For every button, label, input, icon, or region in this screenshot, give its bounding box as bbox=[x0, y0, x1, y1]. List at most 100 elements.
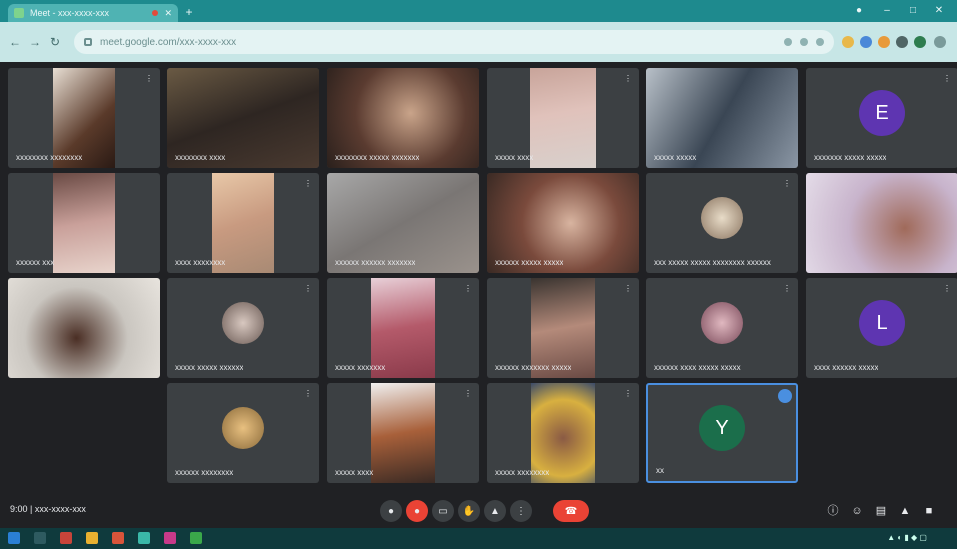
participant-photo bbox=[701, 197, 743, 239]
more-options-icon[interactable]: ⋮ bbox=[782, 284, 792, 294]
participant-name: xx bbox=[656, 466, 664, 475]
avatar-icon[interactable] bbox=[914, 36, 926, 48]
minimize-icon[interactable]: – bbox=[880, 4, 894, 18]
participant-tile[interactable]: ⋮ xxxxx xxxxx xxxxxx bbox=[167, 278, 319, 378]
system-tray[interactable]: ▲ ◐ ▮ ◆ ▢ bbox=[887, 533, 927, 542]
camera-permission-icon[interactable] bbox=[784, 38, 792, 46]
participant-grid: ⋮ xxxxxxxx xxxxxxxx xxxxxxxx xxxx xxxxxx… bbox=[0, 62, 957, 494]
participant-tile[interactable]: xxxxx xxxxx bbox=[646, 68, 798, 168]
participant-name: xxxxx xxxxx xxxxxx bbox=[175, 363, 244, 372]
participant-tile[interactable] bbox=[806, 173, 957, 273]
chat-icon[interactable]: ▤ bbox=[874, 504, 888, 518]
activities-icon[interactable]: ▲ bbox=[898, 504, 912, 518]
participant-tile[interactable]: ⋮ xxx xxxxx xxxxx xxxxxxxx xxxxxx bbox=[646, 173, 798, 273]
participant-tile[interactable]: ⋮ xxxx xxxxxxxx bbox=[167, 173, 319, 273]
extension-icon[interactable] bbox=[842, 36, 854, 48]
more-options-icon[interactable]: ⋮ bbox=[463, 284, 473, 294]
participant-name: xxxxxxxx xxxxxxxx bbox=[16, 153, 83, 162]
participant-tile[interactable] bbox=[8, 278, 160, 378]
participant-video bbox=[8, 278, 160, 378]
participant-name: xxxxxx xxxxx xxxxx bbox=[495, 258, 564, 267]
app-icon[interactable] bbox=[60, 532, 72, 544]
participant-tile[interactable]: ⋮ xxxxx xxxxxxx bbox=[327, 278, 479, 378]
participant-tile[interactable]: xxxxxx xxxxx xxxxx bbox=[487, 173, 639, 273]
maximize-icon[interactable]: □ bbox=[906, 4, 920, 18]
participant-tile[interactable]: ⋮ xxxxx xxxx bbox=[487, 68, 639, 168]
participant-tile[interactable]: L ⋮ xxxx xxxxxx xxxxx bbox=[806, 278, 957, 378]
menu-kebab-icon[interactable] bbox=[934, 36, 946, 48]
app-icon[interactable] bbox=[190, 532, 202, 544]
participant-tile[interactable]: ⋮ xxxxxxxx xxxxxxxx bbox=[8, 68, 160, 168]
raise-hand-icon[interactable]: ✋ bbox=[458, 500, 480, 522]
more-options-icon[interactable]: ⋮ bbox=[782, 179, 792, 189]
more-options-icon[interactable]: ⋮ bbox=[942, 74, 952, 84]
more-options-icon[interactable]: ⋮ bbox=[303, 284, 313, 294]
app-icon[interactable] bbox=[164, 532, 176, 544]
participant-name: xxxxxxx xxxxx xxxxx bbox=[814, 153, 887, 162]
more-options-icon[interactable]: ⋮ bbox=[623, 284, 633, 294]
more-options-icon[interactable]: ⋮ bbox=[303, 179, 313, 189]
window-close-icon[interactable]: ✕ bbox=[932, 4, 946, 18]
present-icon[interactable]: ▲ bbox=[484, 500, 506, 522]
captions-icon[interactable]: ▭ bbox=[432, 500, 454, 522]
more-options-icon[interactable]: ⋮ bbox=[623, 74, 633, 84]
folder-icon[interactable] bbox=[86, 532, 98, 544]
back-icon[interactable]: ← bbox=[8, 35, 22, 49]
extension-icon[interactable] bbox=[896, 36, 908, 48]
participant-name: xxxxxx xxxxxxxx bbox=[175, 468, 234, 477]
participant-tile[interactable]: xxxxxxxx xxxx bbox=[167, 68, 319, 168]
end-call-icon: ☎ bbox=[564, 505, 578, 517]
os-taskbar: ▲ ◐ ▮ ◆ ▢ bbox=[0, 528, 957, 549]
people-icon[interactable]: ☺ bbox=[850, 504, 864, 518]
participant-avatar: L bbox=[859, 300, 905, 346]
participant-video bbox=[53, 173, 115, 273]
pin-icon[interactable] bbox=[778, 389, 792, 403]
more-options-icon[interactable]: ⋮ bbox=[303, 389, 313, 399]
search-icon[interactable] bbox=[34, 532, 46, 544]
reload-icon[interactable]: ↻ bbox=[48, 35, 62, 49]
more-options-icon[interactable]: ⋮ bbox=[623, 389, 633, 399]
lock-icon bbox=[84, 38, 92, 46]
url-field[interactable]: meet.google.com/xxx-xxxx-xxx bbox=[74, 30, 834, 54]
browser-tab[interactable]: Meet - xxx-xxxx-xxx ✕ bbox=[8, 4, 178, 22]
mic-icon[interactable]: ● bbox=[380, 500, 402, 522]
chrome-icon[interactable] bbox=[138, 532, 150, 544]
participant-tile[interactable]: ⋮ xxxxx xxxx bbox=[327, 383, 479, 483]
bookmark-star-icon[interactable] bbox=[816, 38, 824, 46]
participant-tile[interactable]: ⋮ xxxxxx xxxxxxx xxxxx bbox=[487, 278, 639, 378]
meeting-controls: 9:00 | xxx-xxxx-xxx ● ● ▭ ✋ ▲ ⋮ ☎ ⓘ ☺ ▤ … bbox=[0, 494, 957, 528]
app-icon[interactable] bbox=[112, 532, 124, 544]
camera-icon[interactable]: ● bbox=[406, 500, 428, 522]
lock-icon[interactable]: ■ bbox=[922, 504, 936, 518]
share-icon[interactable] bbox=[800, 38, 808, 46]
participant-tile[interactable]: ⋮ xxxxxx xxxxxxxx bbox=[167, 383, 319, 483]
more-options-icon[interactable]: ⋮ bbox=[144, 74, 154, 84]
participant-tile[interactable]: ⋮ xxxxx xxxxxxxx bbox=[487, 383, 639, 483]
more-options-icon[interactable]: ⋮ bbox=[463, 389, 473, 399]
participant-name: xxx xxxxx xxxxx xxxxxxxx xxxxxx bbox=[654, 258, 771, 267]
participant-tile[interactable]: E ⋮ xxxxxxx xxxxx xxxxx bbox=[806, 68, 957, 168]
participant-name: xxxxxx xxxx xxxxx xxxxx bbox=[654, 363, 741, 372]
participant-avatar: E bbox=[859, 90, 905, 136]
participant-name: xxxxx xxxx bbox=[495, 153, 534, 162]
participant-tile[interactable]: ⋮ xxxxxx xxxx xxxxx xxxxx bbox=[646, 278, 798, 378]
extension-icon[interactable] bbox=[878, 36, 890, 48]
profile-icon[interactable]: ● bbox=[852, 4, 866, 18]
info-icon[interactable]: ⓘ bbox=[826, 504, 840, 518]
participant-name: xxxxxx xxxxxx xxxxxxx bbox=[335, 258, 416, 267]
more-icon[interactable]: ⋮ bbox=[510, 500, 532, 522]
more-options-icon[interactable]: ⋮ bbox=[942, 284, 952, 294]
forward-icon[interactable]: → bbox=[28, 35, 42, 49]
url-text: meet.google.com/xxx-xxxx-xxx bbox=[100, 36, 237, 48]
participant-tile[interactable]: xxxxxx xxx bbox=[8, 173, 160, 273]
start-icon[interactable] bbox=[8, 532, 20, 544]
end-call-button[interactable]: ☎ bbox=[553, 500, 589, 522]
tab-close-icon[interactable]: ✕ bbox=[164, 8, 172, 19]
participant-name: xxxxx xxxxxxx bbox=[335, 363, 386, 372]
participant-tile[interactable]: xxxxxx xxxxxx xxxxxxx bbox=[327, 173, 479, 273]
self-view-tile[interactable]: Y xx bbox=[646, 383, 798, 483]
participant-tile[interactable]: xxxxxxxx xxxxx xxxxxxx bbox=[327, 68, 479, 168]
meet-favicon-icon bbox=[14, 8, 24, 18]
new-tab-icon[interactable]: + bbox=[182, 5, 196, 19]
extension-icon[interactable] bbox=[860, 36, 872, 48]
